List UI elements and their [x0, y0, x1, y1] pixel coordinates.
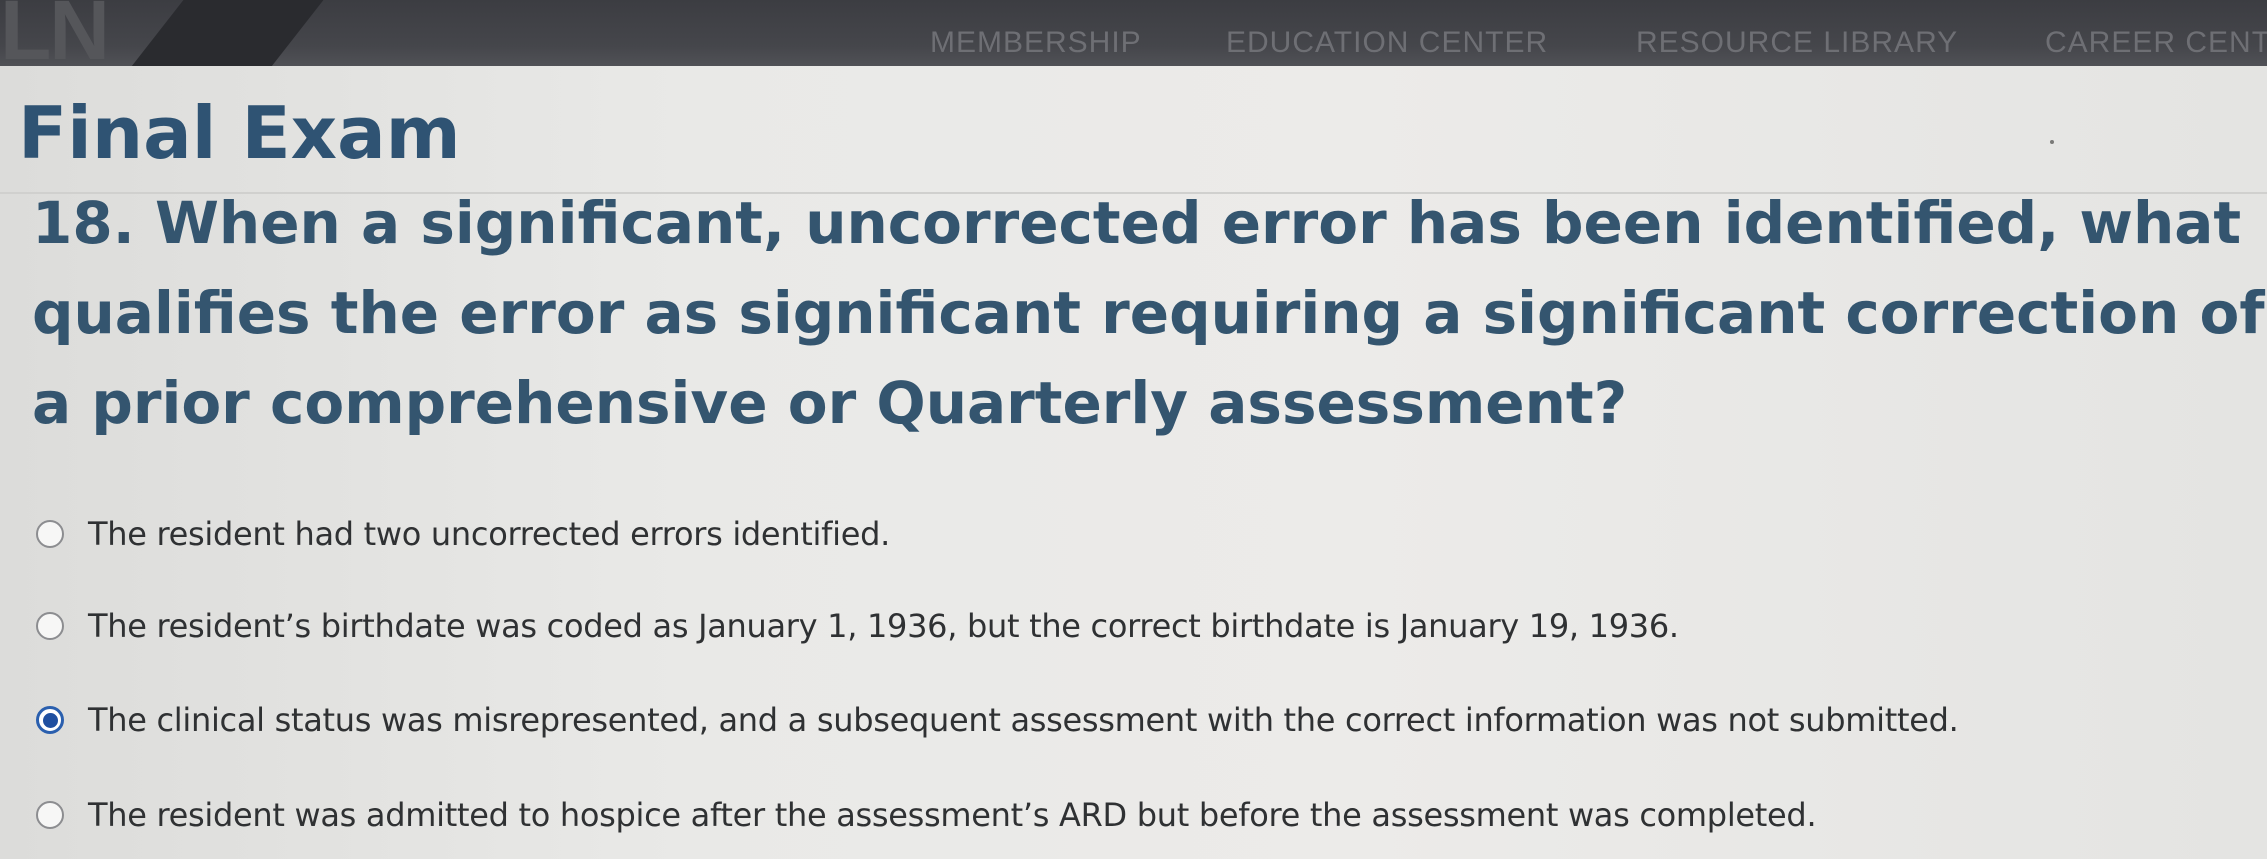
radio-button-option-1[interactable] — [36, 520, 64, 548]
question-text: 18. When a significant, uncorrected erro… — [32, 178, 2267, 448]
radio-button-option-2[interactable] — [36, 612, 64, 640]
nav-resource-library-link[interactable]: RESOURCE LIBRARY — [1636, 26, 1958, 60]
logo-shape-icon — [130, 0, 330, 66]
nav-education-center-link[interactable]: EDUCATION CENTER — [1226, 26, 1548, 60]
answer-option-3[interactable]: The clinical status was misrepresented, … — [36, 701, 1959, 739]
answer-option-2[interactable]: The resident’s birthdate was coded as Ja… — [36, 607, 1679, 645]
answer-option-1[interactable]: The resident had two uncorrected errors … — [36, 515, 890, 553]
answer-option-1-label[interactable]: The resident had two uncorrected errors … — [88, 515, 890, 553]
answer-option-2-label[interactable]: The resident’s birthdate was coded as Ja… — [88, 607, 1679, 645]
answer-option-4-label[interactable]: The resident was admitted to hospice aft… — [88, 796, 1817, 834]
answer-option-3-label[interactable]: The clinical status was misrepresented, … — [88, 701, 1959, 739]
radio-button-option-3[interactable] — [36, 706, 64, 734]
top-navigation-bar: LN MEMBERSHIP EDUCATION CENTER RESOURCE … — [0, 0, 2267, 66]
answer-option-4[interactable]: The resident was admitted to hospice aft… — [36, 796, 1817, 834]
question-line-1: 18. When a significant, uncorrected erro… — [32, 189, 2242, 257]
mouse-cursor-icon — [2050, 140, 2054, 144]
page-title: Final Exam — [18, 91, 461, 175]
question-line-2: qualifies the error as significant requi… — [32, 279, 2265, 347]
radio-button-option-4[interactable] — [36, 801, 64, 829]
question-line-3: a prior comprehensive or Quarterly asses… — [32, 369, 1628, 437]
nav-membership-link[interactable]: MEMBERSHIP — [930, 26, 1142, 60]
site-logo[interactable]: LN — [0, 0, 110, 66]
nav-career-center-link[interactable]: CAREER CENT — [2045, 26, 2267, 60]
